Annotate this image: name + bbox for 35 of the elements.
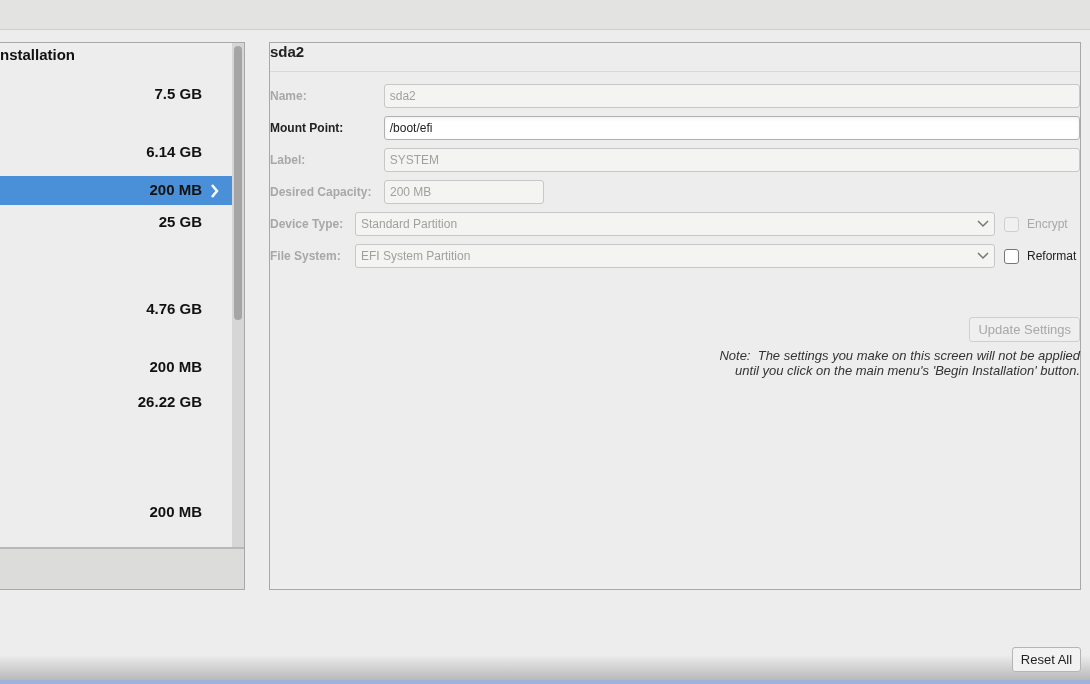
note-text: Note: The settings you make on this screen will not be applied	[719, 348, 1080, 363]
checkbox-label: Reformat	[1027, 248, 1077, 265]
partition-row[interactable]: 4.76 GB	[0, 295, 232, 324]
chevron-right-icon	[210, 183, 219, 198]
partition-size: 4.76 GB	[146, 299, 202, 320]
partition-size: 25 GB	[158, 212, 202, 233]
chevron-down-icon	[977, 252, 989, 260]
field-label: Name:	[270, 88, 308, 105]
reset-all-button[interactable]: Reset All	[1012, 647, 1081, 672]
partition-row[interactable]: 7.5 GB	[0, 80, 232, 109]
partition-row[interactable]: 200 MB	[0, 176, 232, 205]
note-text: until you click on the main menu's 'Begin Installation' button.	[735, 363, 1080, 378]
field-label: Label:	[270, 152, 307, 169]
partition-size: 200 MB	[149, 357, 202, 378]
checkbox-label: Encrypt	[1027, 216, 1068, 233]
partition-row[interactable]: 25 GB	[0, 208, 232, 237]
field-label: Desired Capacity:	[270, 184, 373, 201]
scrollbar[interactable]	[232, 43, 244, 547]
partition-size: 7.5 GB	[154, 84, 202, 105]
field-label: Device Type:	[270, 216, 345, 233]
field-label: File System:	[270, 248, 342, 265]
panel-title: sda2	[270, 44, 305, 59]
list-heading: nstallation	[0, 45, 76, 65]
partition-size: 200 MB	[149, 180, 202, 201]
partition-size: 26.22 GB	[137, 392, 202, 413]
partition-size: 6.14 GB	[146, 142, 202, 163]
partition-row[interactable]: 200 MB	[0, 353, 232, 382]
partition-row[interactable]: 6.14 GB	[0, 138, 232, 167]
partition-row[interactable]: 200 MB	[0, 498, 232, 527]
partition-size: 200 MB	[149, 502, 202, 523]
partition-row[interactable]: 26.22 GB	[0, 388, 232, 417]
field-label: Mount Point:	[270, 120, 345, 137]
input-field[interactable]: /boot/efi	[383, 116, 1080, 140]
scrollbar-thumb[interactable]	[234, 46, 242, 320]
chevron-down-icon	[977, 220, 989, 228]
